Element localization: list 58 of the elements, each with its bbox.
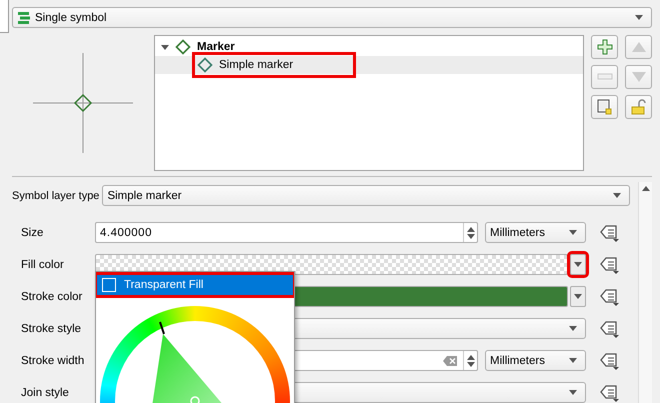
data-defined-icon[interactable] bbox=[598, 318, 620, 338]
property-label: Size bbox=[21, 226, 44, 238]
minus-icon bbox=[596, 73, 612, 81]
caret-icon bbox=[574, 262, 582, 267]
expanded-arrow-icon[interactable] bbox=[161, 43, 169, 51]
menu-item[interactable]: Transparent Fill bbox=[97, 275, 293, 295]
number-field[interactable]: 4.400000 bbox=[95, 222, 478, 243]
dropdown-button[interactable] bbox=[570, 286, 586, 307]
plus-icon bbox=[596, 39, 612, 55]
color-swatch-button[interactable] bbox=[95, 254, 568, 275]
toolbar-button[interactable] bbox=[591, 95, 618, 119]
caret-icon bbox=[569, 390, 577, 395]
unit-dropdown[interactable]: Millimeters bbox=[485, 222, 586, 243]
caret-icon bbox=[569, 326, 577, 331]
triangle-up-icon bbox=[630, 41, 646, 53]
down-caret-icon bbox=[466, 234, 474, 238]
property-label: Stroke style bbox=[21, 322, 82, 334]
size-value: 4.400000 bbox=[100, 226, 153, 238]
diamond-icon bbox=[197, 57, 213, 73]
up-caret-icon bbox=[466, 354, 474, 360]
dropdown-button[interactable] bbox=[570, 254, 586, 275]
tree-item-label[interactable]: Simple marker bbox=[219, 59, 294, 71]
data-defined-icon[interactable] bbox=[598, 382, 620, 402]
data-defined-icon[interactable] bbox=[598, 222, 620, 242]
data-defined-icon[interactable] bbox=[598, 350, 620, 370]
caret-icon bbox=[635, 15, 643, 20]
unit-dropdown[interactable]: Millimeters bbox=[485, 350, 586, 371]
tree-row[interactable]: Marker bbox=[155, 38, 583, 56]
toolbar-button[interactable] bbox=[591, 35, 618, 59]
caret-icon bbox=[569, 230, 577, 235]
renderer-dropdown[interactable]: Single symbol bbox=[12, 7, 652, 28]
scrollbar[interactable] bbox=[638, 182, 652, 403]
caret-icon bbox=[574, 294, 582, 299]
symbol-layer-type-label: Symbol layer type bbox=[12, 190, 100, 202]
triangle-down-icon bbox=[630, 71, 646, 83]
data-defined-icon[interactable] bbox=[598, 286, 620, 306]
stacked-bars-icon bbox=[17, 10, 31, 24]
property-label: Stroke width bbox=[21, 354, 86, 366]
toolbar-button[interactable] bbox=[625, 95, 652, 119]
up-caret-icon bbox=[466, 226, 474, 232]
spin-arrows-icon[interactable] bbox=[463, 351, 477, 370]
data-defined-icon[interactable] bbox=[598, 254, 620, 274]
duplicate-icon bbox=[596, 99, 612, 115]
tree-item-label[interactable]: Marker bbox=[197, 41, 235, 53]
clear-icon[interactable] bbox=[443, 356, 457, 366]
spin-arrows-icon[interactable] bbox=[463, 223, 477, 242]
caret-icon bbox=[613, 193, 621, 198]
panel-edge bbox=[0, 0, 9, 33]
property-label: Join style bbox=[21, 386, 70, 398]
unlocked-padlock-icon bbox=[630, 99, 646, 115]
transparent-swatch-icon bbox=[102, 278, 116, 292]
diamond-icon bbox=[175, 39, 191, 55]
up-caret-icon bbox=[642, 186, 650, 191]
caret-icon bbox=[569, 358, 577, 363]
property-label: Stroke color bbox=[21, 290, 84, 302]
property-label: Fill color bbox=[21, 258, 65, 270]
symbol-layer-type-dropdown[interactable]: Simple marker bbox=[102, 185, 630, 206]
down-caret-icon bbox=[466, 362, 474, 366]
